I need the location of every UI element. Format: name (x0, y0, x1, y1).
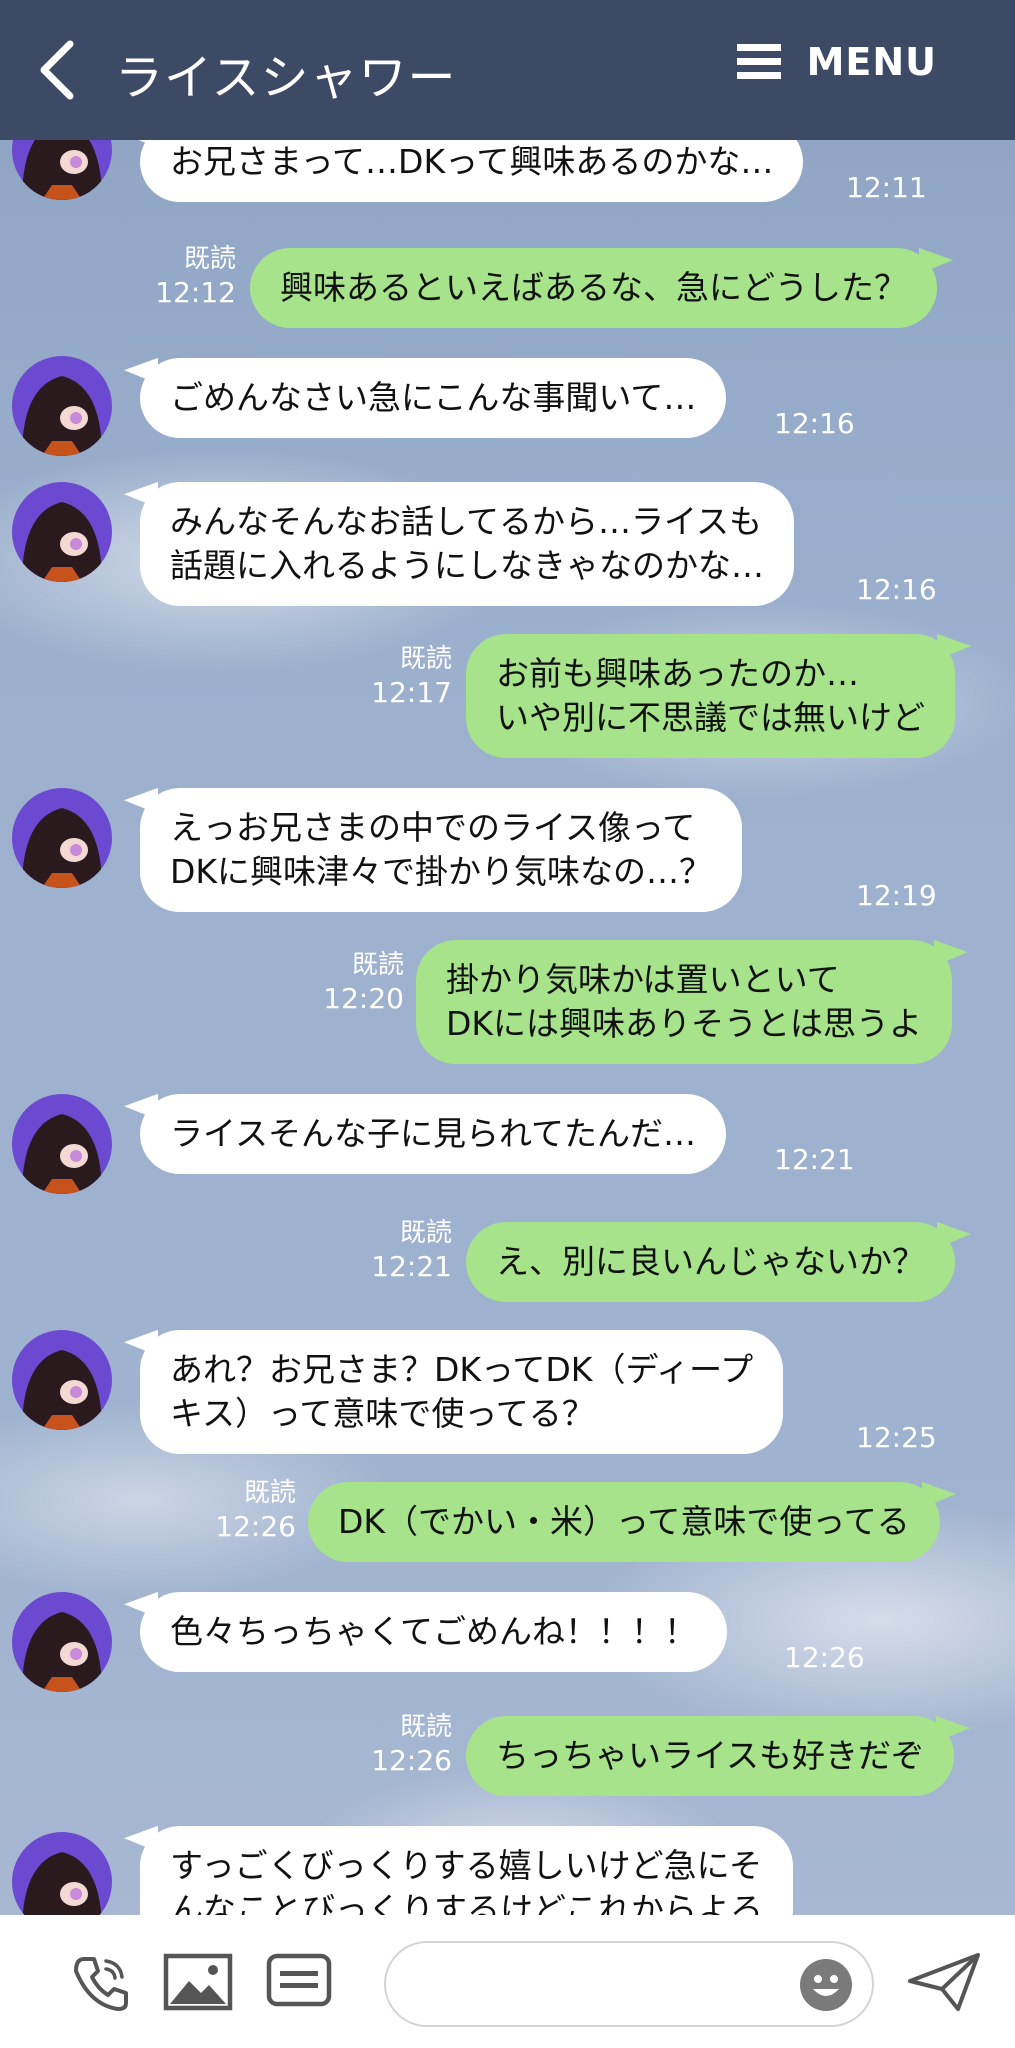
input-toolbar (0, 1915, 1015, 2048)
message-text: DK（でかい・米）って意味で使ってる (338, 1502, 910, 1541)
message-text: えっお兄さまの中でのライス像って (170, 808, 696, 847)
message-text: DKに興味津々で掛かり気味なの…？ (170, 852, 713, 891)
message-bubble[interactable]: あれ？お兄さま？DKってDK（ディープ キス）って意味で使ってる？ (140, 1330, 784, 1454)
message-text: あれ？お兄さま？DKってDK（ディープ (170, 1350, 754, 1389)
message-bubble[interactable]: え、別に良いんじゃないか？ (466, 1222, 955, 1302)
avatar[interactable] (12, 1832, 112, 1915)
read-receipt: 既読 12:20 (323, 950, 404, 1015)
message-text: すっごくびっくりする嬉しいけど急にそ (170, 1846, 763, 1885)
message-text: 話題に入れるようにしなきゃなのかな… (170, 546, 764, 585)
chat-area[interactable]: お兄さまって…DKって興味あるのかな… 12:11 既読 12:12 興味あるとい… (0, 140, 1015, 1915)
message-time: 12:19 (856, 879, 937, 912)
chat-title: ライスシャワー (115, 50, 457, 106)
message-text: 掛かり気味かは置いといて (446, 960, 840, 999)
avatar[interactable] (12, 356, 112, 456)
avatar[interactable] (12, 482, 112, 582)
hamburger-icon (736, 44, 781, 79)
read-receipt: 既読 12:21 (371, 1218, 452, 1283)
message-text: お兄さまって…DKって興味あるのかな… (170, 142, 774, 181)
message-time: 12:25 (856, 1421, 937, 1454)
avatar[interactable] (12, 1592, 112, 1692)
phone-icon[interactable] (70, 1953, 130, 2013)
message-bubble[interactable]: DK（でかい・米）って意味で使ってる (308, 1482, 940, 1562)
message-bubble[interactable]: ちっちゃいライスも好きだぞ (466, 1716, 955, 1796)
read-receipt: 既読 12:12 (155, 244, 236, 309)
menu-label: MENU (806, 40, 937, 84)
menu-button[interactable]: MENU (736, 40, 937, 84)
message-bubble[interactable]: みんなそんなお話してるから…ライスも 話題に入れるようにしなきゃなのかな… (140, 482, 794, 606)
message-input[interactable] (384, 1941, 874, 2027)
read-receipt: 既読 12:26 (371, 1712, 452, 1777)
read-receipt: 既読 12:26 (215, 1478, 296, 1543)
message-bubble[interactable]: すっごくびっくりする嬉しいけど急にそ んなことびっくりするけどこれからよろ (140, 1826, 794, 1915)
message-bubble[interactable]: 掛かり気味かは置いといて DKには興味ありそうとは思うよ (416, 940, 953, 1064)
message-time: 12:11 (846, 171, 927, 204)
avatar[interactable] (12, 140, 112, 200)
message-text: ライスそんな子に見られてたんだ… (170, 1114, 697, 1153)
message-text: んなことびっくりするけどこれからよろ (170, 1890, 764, 1915)
avatar[interactable] (12, 788, 112, 888)
message-time: 12:21 (774, 1143, 855, 1176)
message-time: 12:26 (784, 1641, 865, 1674)
read-receipt: 既読 12:17 (371, 644, 452, 709)
back-arrow-icon[interactable] (36, 40, 80, 100)
message-bubble[interactable]: 色々ちっちゃくてごめんね！！！！ (140, 1592, 728, 1672)
sticker-list-icon[interactable] (266, 1953, 332, 2007)
message-bubble[interactable]: えっお兄さまの中でのライス像って DKに興味津々で掛かり気味なの…？ (140, 788, 743, 912)
message-bubble[interactable]: お前も興味あったのか… いや別に不思議では無いけど (466, 634, 955, 758)
message-text: 色々ちっちゃくてごめんね！！！！ (170, 1612, 698, 1651)
message-text: え、別に良いんじゃないか？ (496, 1242, 925, 1281)
message-bubble[interactable]: ライスそんな子に見られてたんだ… (140, 1094, 727, 1174)
message-bubble[interactable]: ごめんなさい急にこんな事聞いて… (140, 358, 727, 438)
image-icon[interactable] (163, 1953, 233, 2011)
avatar[interactable] (12, 1094, 112, 1194)
message-time: 12:16 (856, 573, 937, 606)
message-text: みんなそんなお話してるから…ライスも (170, 502, 763, 541)
message-text: 興味あるといえばあるな、急にどうした？ (280, 268, 907, 307)
message-text: いや別に不思議では無いけど (496, 698, 925, 737)
message-text: ごめんなさい急にこんな事聞いて… (170, 378, 697, 417)
message-text: ちっちゃいライスも好きだぞ (496, 1736, 925, 1775)
message-bubble[interactable]: お兄さまって…DKって興味あるのかな… (140, 140, 804, 202)
chat-header: ライスシャワー MENU (0, 0, 1015, 140)
emoji-icon[interactable] (800, 1959, 852, 2011)
send-icon[interactable] (906, 1951, 982, 2013)
message-text: お前も興味あったのか… (496, 654, 859, 693)
message-time: 12:16 (774, 407, 855, 440)
avatar[interactable] (12, 1330, 112, 1430)
message-bubble[interactable]: 興味あるといえばあるな、急にどうした？ (250, 248, 937, 328)
message-text: キス）って意味で使ってる？ (170, 1394, 595, 1433)
message-text: DKには興味ありそうとは思うよ (446, 1004, 923, 1043)
